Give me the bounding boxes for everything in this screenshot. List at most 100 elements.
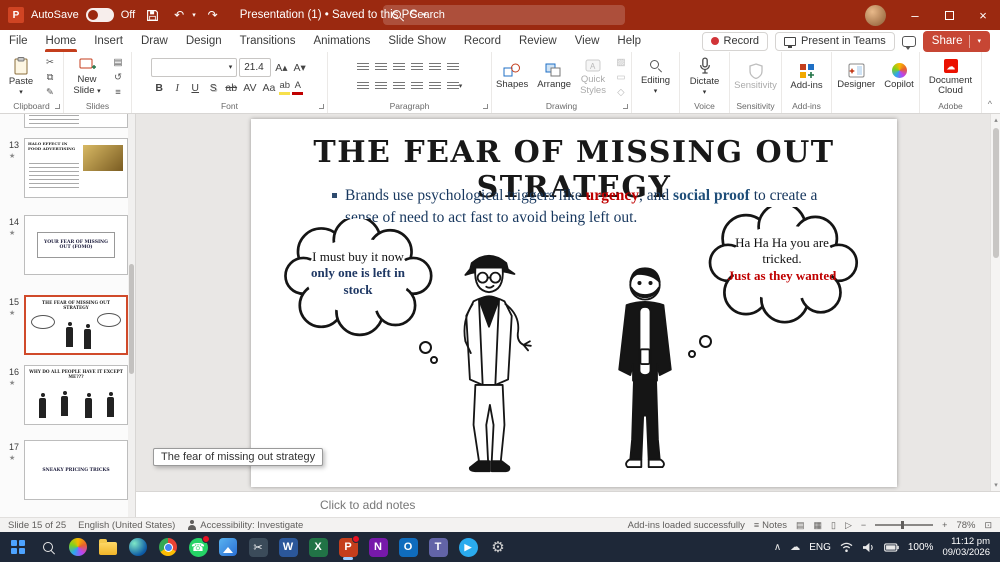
taskbar-start-button[interactable] <box>5 534 31 560</box>
taskbar-whatsapp-icon[interactable]: ☎ <box>185 534 211 560</box>
menu-tab-slideshow[interactable]: Slide Show <box>379 30 455 52</box>
record-button[interactable]: Record <box>701 31 768 51</box>
onedrive-icon[interactable]: ☁ <box>790 542 800 553</box>
align-right-button[interactable] <box>391 79 407 95</box>
taskbar-settings-icon[interactable]: ⚙ <box>485 534 511 560</box>
close-button[interactable]: × <box>966 0 1000 30</box>
numbering-button[interactable] <box>373 60 389 76</box>
scroll-down-arrow[interactable]: ▾ <box>991 479 1000 491</box>
slide-13-animation-star-icon[interactable]: ★ <box>9 152 15 160</box>
slide-14-animation-star-icon[interactable]: ★ <box>9 229 15 237</box>
present-in-teams-button[interactable]: Present in Teams <box>775 31 895 51</box>
maximize-button[interactable] <box>932 0 966 30</box>
left-man-illustration[interactable] <box>439 235 539 483</box>
user-avatar[interactable] <box>865 4 886 26</box>
undo-dropdown-caret[interactable]: ▾ <box>192 12 196 19</box>
notes-toggle-button[interactable]: ≡ Notes <box>754 520 787 531</box>
taskbar-search-button[interactable] <box>35 534 61 560</box>
menu-tab-home[interactable]: Home <box>37 30 86 52</box>
zoom-slider-thumb[interactable] <box>901 521 905 529</box>
paste-button[interactable]: Paste ▾ <box>4 56 38 99</box>
decrease-indent-button[interactable] <box>391 60 407 76</box>
slide-12-thumbnail-partial[interactable] <box>24 114 128 128</box>
slide-canvas[interactable]: THE FEAR OF MISSING OUT STRATEGY Brands … <box>251 119 897 487</box>
strikethrough-button[interactable]: ab <box>223 80 239 96</box>
decrease-font-button[interactable]: A▾ <box>292 60 308 76</box>
increase-font-button[interactable]: A▴ <box>273 60 289 76</box>
menu-tab-record[interactable]: Record <box>455 30 510 52</box>
slide-indicator[interactable]: Slide 15 of 25 <box>8 520 66 531</box>
designer-button[interactable]: Designer <box>834 62 878 91</box>
paragraph-dialog-launcher[interactable] <box>483 104 488 109</box>
editing-button[interactable]: Editing ▾ <box>636 57 675 98</box>
language-indicator[interactable]: ENG <box>809 542 831 553</box>
columns-button[interactable] <box>427 79 443 95</box>
taskbar-excel-icon[interactable]: X <box>305 534 331 560</box>
menu-tab-draw[interactable]: Draw <box>132 30 177 52</box>
text-shadow-button[interactable]: S <box>205 80 221 96</box>
slide-13-thumbnail[interactable]: HALO EFFECT IN FOOD ADVERTISING <box>24 138 128 198</box>
thumbnail-scrollbar-thumb[interactable] <box>129 264 134 374</box>
shape-outline-button[interactable]: ▭ <box>612 70 630 84</box>
arrange-button[interactable]: Arrange <box>534 62 574 91</box>
change-case-button[interactable]: Aa <box>260 80 277 96</box>
autosave-toggle[interactable] <box>85 8 114 22</box>
taskbar-copilot-icon[interactable] <box>65 534 91 560</box>
menu-tab-help[interactable]: Help <box>608 30 650 52</box>
thumbnail-panel-scrollbar[interactable] <box>128 114 135 517</box>
reset-slide-button[interactable]: ↺ <box>109 70 127 84</box>
wifi-icon[interactable] <box>840 542 853 553</box>
left-thought-bubble[interactable]: I must buy it now only one is left in st… <box>281 219 433 347</box>
taskbar-file-explorer-icon[interactable] <box>95 534 121 560</box>
right-thought-bubble[interactable]: Ha Ha Ha you are tricked. Just as they w… <box>703 207 861 333</box>
slide-16-thumbnail[interactable]: WHY DO ALL PEOPLE HAVE IT EXCEPT ME??? <box>24 365 128 425</box>
slide-15-thumbnail-selected[interactable]: THE FEAR OF MISSING OUT STRATEGY <box>24 295 128 355</box>
zoom-level[interactable]: 78% <box>956 520 975 531</box>
justify-button[interactable] <box>409 79 425 95</box>
taskbar-teams-icon[interactable]: T <box>425 534 451 560</box>
taskbar-telegram-icon[interactable]: ▶ <box>455 534 481 560</box>
drawing-dialog-launcher[interactable] <box>623 104 628 109</box>
menu-tab-review[interactable]: Review <box>510 30 566 52</box>
comments-button[interactable] <box>901 35 916 50</box>
slide-sorter-view-button[interactable]: ▦ <box>814 520 823 531</box>
taskbar-word-icon[interactable]: W <box>275 534 301 560</box>
font-color-button[interactable]: A <box>292 81 304 95</box>
reading-view-button[interactable]: ▯ <box>831 520 836 531</box>
slide-14-thumbnail[interactable]: YOUR FEAR OF MISSING OUT (FOMO) <box>24 215 128 275</box>
slide-17-thumbnail[interactable]: SNEAKY PRICING TRICKS <box>24 440 128 500</box>
undo-button[interactable]: ↶ <box>169 4 189 26</box>
redo-button[interactable]: ↷ <box>203 4 223 26</box>
accessibility-status[interactable]: Accessibility: Investigate <box>187 520 303 531</box>
clipboard-dialog-launcher[interactable] <box>55 104 60 109</box>
font-size-input[interactable]: 21.4 <box>239 58 272 77</box>
cut-button[interactable]: ✂ <box>41 55 59 69</box>
taskbar-powerpoint-icon[interactable]: P <box>335 534 361 560</box>
taskbar-edge-icon[interactable] <box>125 534 151 560</box>
increase-indent-button[interactable] <box>409 60 425 76</box>
zoom-out-button[interactable]: − <box>861 520 866 530</box>
align-center-button[interactable] <box>373 79 389 95</box>
underline-button[interactable]: U <box>187 80 203 96</box>
document-cloud-button[interactable]: ☁ Document Cloud <box>924 57 977 98</box>
share-button[interactable]: Share ▾ <box>922 30 990 52</box>
dictate-button[interactable]: Dictate ▾ <box>684 56 725 99</box>
notes-pane[interactable]: Click to add notes <box>136 491 1000 517</box>
menu-tab-design[interactable]: Design <box>177 30 231 52</box>
right-man-illustration[interactable] <box>599 257 691 483</box>
highlight-color-button[interactable]: ab <box>279 81 291 95</box>
bullets-button[interactable] <box>355 60 371 76</box>
taskbar-clock[interactable]: 11:12 pm 09/03/2026 <box>942 536 990 559</box>
menu-tab-file[interactable]: File <box>0 30 37 52</box>
minimize-button[interactable]: – <box>898 0 932 30</box>
menu-tab-animations[interactable]: Animations <box>304 30 379 52</box>
text-direction-button[interactable] <box>445 60 461 76</box>
new-slide-button[interactable]: New Slide ▾ <box>68 57 106 97</box>
font-name-select[interactable]: ▾ <box>151 58 238 77</box>
character-spacing-button[interactable]: AV <box>241 80 258 96</box>
taskbar-snipping-tool-icon[interactable]: ✂ <box>245 534 271 560</box>
slide-layout-button[interactable]: ▤ <box>109 55 127 69</box>
addins-button[interactable]: Add-ins <box>787 62 825 92</box>
taskbar-outlook-icon[interactable]: O <box>395 534 421 560</box>
normal-view-button[interactable]: ▤ <box>796 520 805 531</box>
